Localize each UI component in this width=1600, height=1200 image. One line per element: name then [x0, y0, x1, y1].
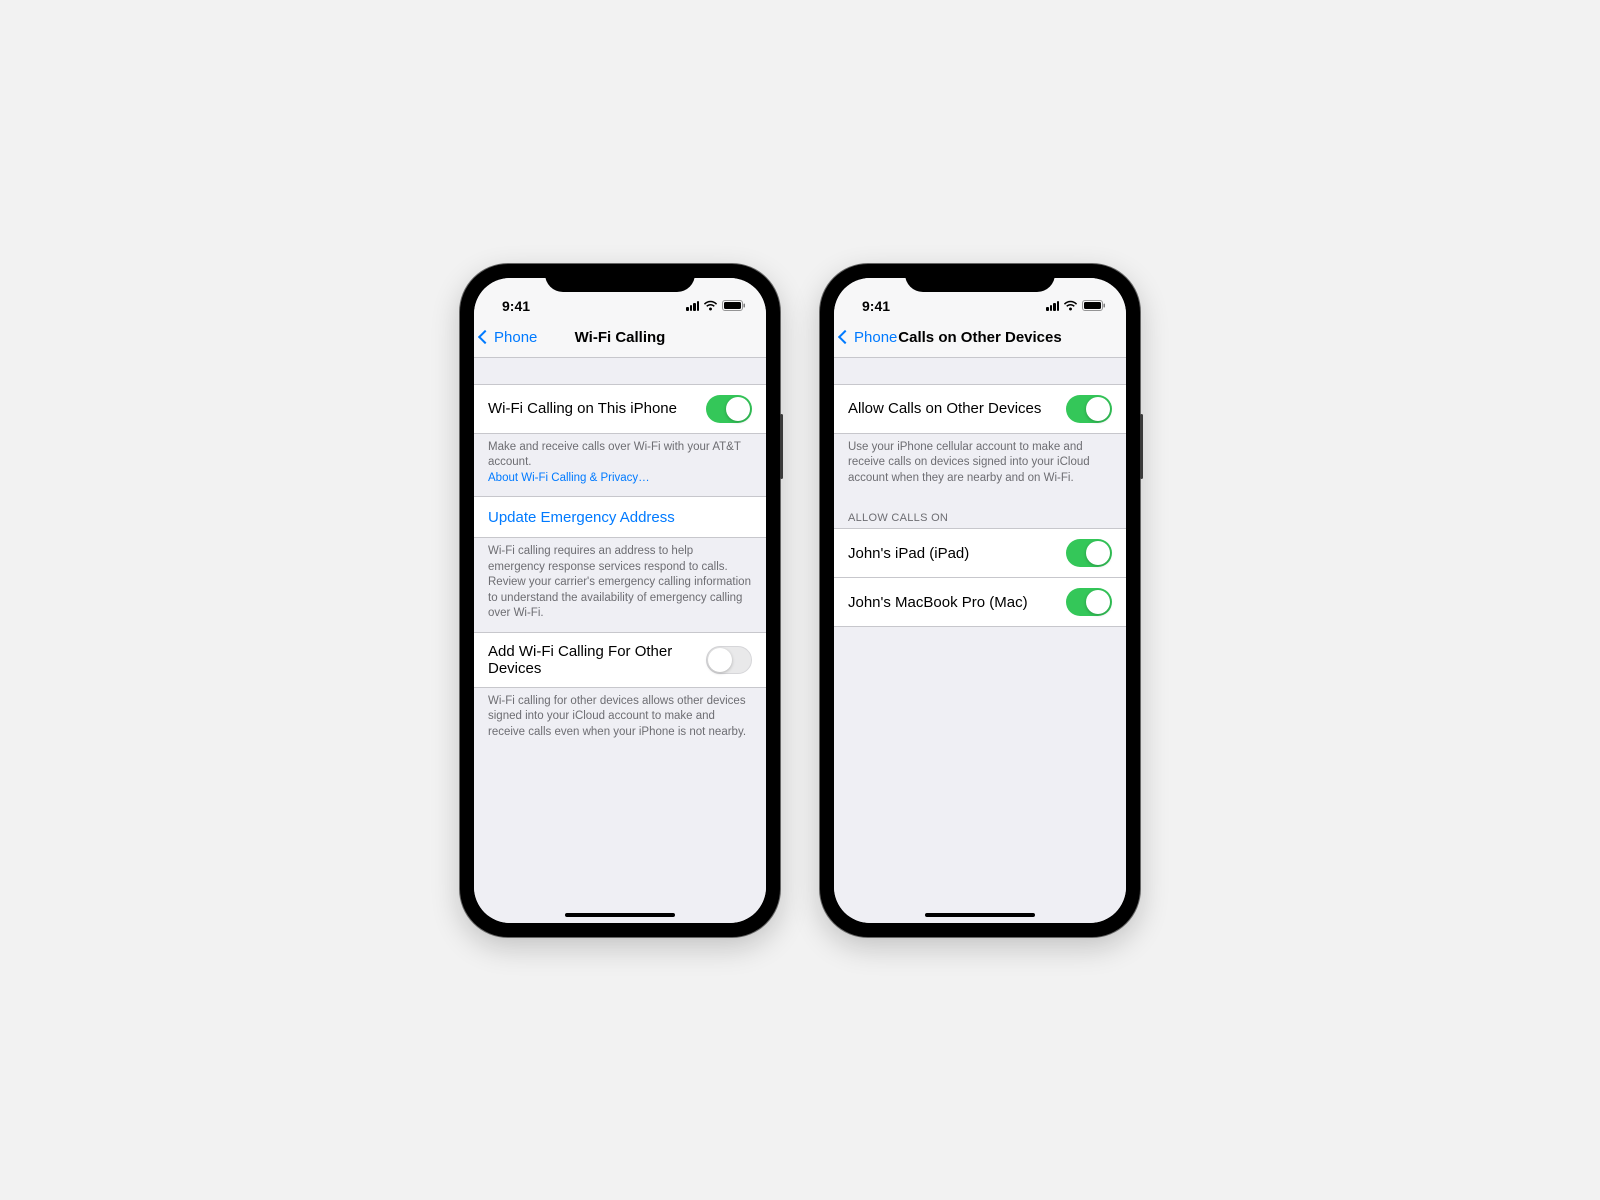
toggle-allow-calls[interactable] [1066, 395, 1112, 423]
row-allow-calls-other-devices[interactable]: Allow Calls on Other Devices [834, 384, 1126, 434]
row-wifi-calling-this-iphone[interactable]: Wi-Fi Calling on This iPhone [474, 384, 766, 434]
cellular-signal-icon [1046, 301, 1059, 311]
back-label: Phone [494, 329, 537, 346]
row-update-emergency-address[interactable]: Update Emergency Address [474, 496, 766, 538]
row-label: Allow Calls on Other Devices [848, 400, 1066, 417]
home-indicator[interactable] [925, 913, 1035, 917]
iphone-device-left: 9:41 Phone Wi-Fi Calling Wi-Fi Calling o… [460, 264, 780, 937]
toggle-device-macbook[interactable] [1066, 588, 1112, 616]
nav-bar: Phone Calls on Other Devices [834, 318, 1126, 358]
toggle-device-ipad[interactable] [1066, 539, 1112, 567]
home-indicator[interactable] [565, 913, 675, 917]
back-label: Phone [854, 329, 897, 346]
page-title: Calls on Other Devices [898, 329, 1061, 346]
row-device-macbook[interactable]: John's MacBook Pro (Mac) [834, 578, 1126, 627]
content: Wi-Fi Calling on This iPhone Make and re… [474, 358, 766, 923]
status-icons [1046, 298, 1106, 314]
row-label: John's iPad (iPad) [848, 545, 1066, 562]
content: Allow Calls on Other Devices Use your iP… [834, 358, 1126, 923]
battery-icon [1082, 298, 1106, 314]
chevron-left-icon [478, 330, 492, 344]
toggle-wifi-calling[interactable] [706, 395, 752, 423]
iphone-device-right: 9:41 Phone Calls on Other Devices Allow … [820, 264, 1140, 937]
back-button[interactable]: Phone [840, 318, 897, 357]
wifi-icon [703, 298, 718, 314]
back-button[interactable]: Phone [480, 318, 537, 357]
section-header-allow-calls-on: Allow Calls On [834, 496, 1126, 528]
notch [905, 264, 1055, 292]
row-label: Add Wi-Fi Calling For Other Devices [488, 643, 706, 677]
status-time: 9:41 [862, 298, 890, 314]
screen: 9:41 Phone Wi-Fi Calling Wi-Fi Calling o… [474, 278, 766, 923]
page-title: Wi-Fi Calling [575, 329, 666, 346]
row-device-ipad[interactable]: John's iPad (iPad) [834, 528, 1126, 578]
wifi-icon [1063, 298, 1078, 314]
footer-allow-calls: Use your iPhone cellular account to make… [834, 434, 1126, 497]
cellular-signal-icon [686, 301, 699, 311]
notch [545, 264, 695, 292]
screen: 9:41 Phone Calls on Other Devices Allow … [834, 278, 1126, 923]
battery-icon [722, 298, 746, 314]
nav-bar: Phone Wi-Fi Calling [474, 318, 766, 358]
status-icons [686, 298, 746, 314]
row-add-wifi-calling-other-devices[interactable]: Add Wi-Fi Calling For Other Devices [474, 632, 766, 688]
row-label: Update Emergency Address [488, 509, 752, 526]
footer-other-devices: Wi-Fi calling for other devices allows o… [474, 688, 766, 751]
row-label: John's MacBook Pro (Mac) [848, 594, 1066, 611]
toggle-other-devices[interactable] [706, 646, 752, 674]
footer-emergency-address: Wi-Fi calling requires an address to hel… [474, 538, 766, 632]
link-about-privacy[interactable]: About Wi-Fi Calling & Privacy… [488, 472, 650, 484]
footer-wifi-calling: Make and receive calls over Wi-Fi with y… [474, 434, 766, 497]
status-time: 9:41 [502, 298, 530, 314]
chevron-left-icon [838, 330, 852, 344]
row-label: Wi-Fi Calling on This iPhone [488, 400, 706, 417]
